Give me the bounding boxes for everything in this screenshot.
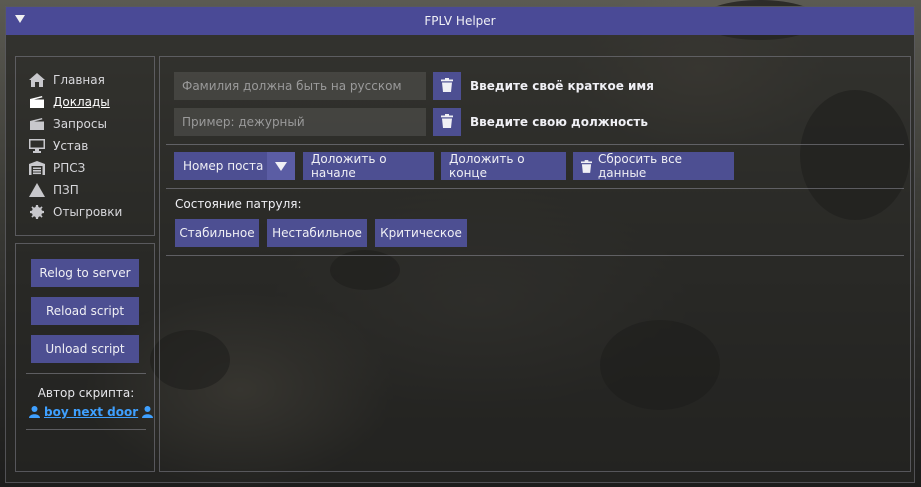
user-icon <box>29 406 40 418</box>
nav-panel: Главная Доклады Запросы Устав РПСЗ ПЗП О… <box>15 56 155 236</box>
warehouse-icon <box>29 161 45 175</box>
nav-item-roleplays[interactable]: Отыгровки <box>29 203 122 221</box>
chevron-down-icon[interactable] <box>267 152 295 180</box>
side-panel: Relog to server Reload script Unload scr… <box>15 243 155 472</box>
relog-button[interactable]: Relog to server <box>31 259 139 287</box>
divider <box>166 188 904 189</box>
clear-surname-button[interactable] <box>433 72 461 100</box>
reset-data-button[interactable]: Сбросить все данные <box>573 152 734 180</box>
radio-icon <box>29 117 45 131</box>
nav-item-requests[interactable]: Запросы <box>29 115 107 133</box>
unload-script-button[interactable]: Unload script <box>31 335 139 363</box>
surname-label: Введите своё краткое имя <box>470 79 654 93</box>
main-panel: Введите своё краткое имя Введите свою до… <box>159 56 911 472</box>
trash-icon <box>441 77 453 95</box>
nav-item-label: Устав <box>53 139 89 153</box>
nav-item-pzp[interactable]: ПЗП <box>29 181 79 199</box>
nav-item-label: РПСЗ <box>53 161 86 175</box>
post-number-value: Номер поста <box>183 159 264 173</box>
patrol-state-label: Состояние патруля: <box>175 197 302 211</box>
divider <box>26 429 146 430</box>
nav-item-label: Доклады <box>53 95 110 109</box>
warning-icon <box>29 183 45 197</box>
reload-script-button[interactable]: Reload script <box>31 297 139 325</box>
home-icon <box>29 73 45 87</box>
position-label: Введите свою должность <box>470 115 648 129</box>
nav-item-label: ПЗП <box>53 183 79 197</box>
state-stable-button[interactable]: Стабильное <box>175 219 259 247</box>
nav-item-label: Отыгровки <box>53 205 123 219</box>
nav-item-label: Запросы <box>53 117 107 131</box>
divider <box>26 373 146 374</box>
main-window: FPLV Helper Главная Доклады Запросы Уста… <box>5 6 915 483</box>
nav-item-charter[interactable]: Устав <box>29 137 88 155</box>
monitor-icon <box>29 139 45 153</box>
radio-icon <box>29 95 45 109</box>
collapse-arrow-icon[interactable] <box>15 15 25 23</box>
title-bar[interactable]: FPLV Helper <box>6 7 914 35</box>
state-unstable-button[interactable]: Нестабильное <box>267 219 367 247</box>
reset-data-label: Сбросить все данные <box>598 152 683 180</box>
user-icon <box>142 406 154 418</box>
window-title: FPLV Helper <box>424 14 496 28</box>
position-input[interactable] <box>174 108 426 136</box>
state-critical-button[interactable]: Критическое <box>375 219 467 247</box>
report-end-button[interactable]: Доложить о конце <box>441 152 566 180</box>
divider <box>166 144 904 145</box>
report-start-button[interactable]: Доложить о начале <box>303 152 434 180</box>
nav-item-reports[interactable]: Доклады <box>29 93 110 111</box>
author-name[interactable]: boy next door <box>44 405 138 419</box>
author-label: Автор скрипта: <box>37 386 135 400</box>
trash-icon <box>581 159 592 173</box>
trash-icon <box>441 113 453 131</box>
nav-item-rpsz[interactable]: РПСЗ <box>29 159 85 177</box>
surname-input[interactable] <box>174 72 426 100</box>
gear-icon <box>29 205 45 219</box>
nav-item-label: Главная <box>53 73 105 87</box>
clear-position-button[interactable] <box>433 108 461 136</box>
post-number-select[interactable]: Номер поста <box>174 152 295 180</box>
nav-item-home[interactable]: Главная <box>29 71 105 89</box>
divider <box>166 255 904 256</box>
author-link[interactable]: boy next door <box>29 405 154 419</box>
